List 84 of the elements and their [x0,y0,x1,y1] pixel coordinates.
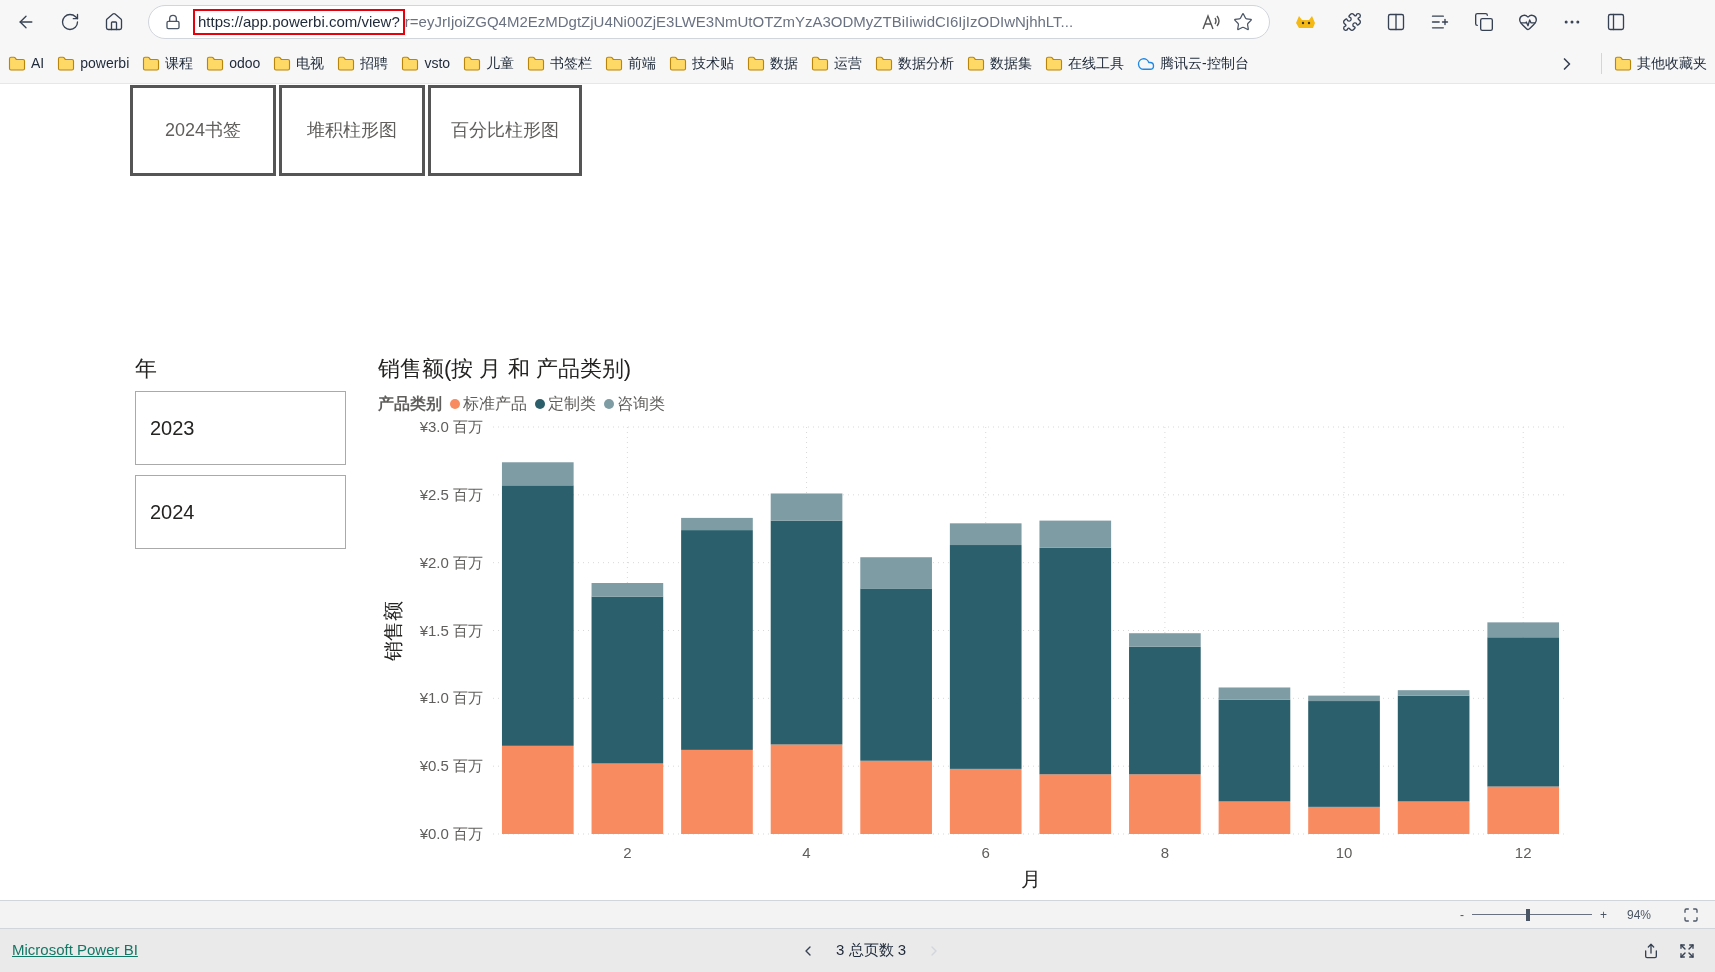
split-screen-icon[interactable] [1386,12,1406,32]
folder-icon [669,54,688,73]
bookmark-item[interactable]: 腾讯云-控制台 [1137,53,1249,74]
y-tick-label: ¥1.0 百万 [419,689,483,707]
legend-title: 产品类别 [378,394,442,414]
x-tick-label: 2 [623,844,632,861]
reload-icon[interactable] [60,12,80,32]
bookmark-button[interactable]: 百分比柱形图 [428,85,582,176]
slicer-title: 年 [135,358,158,380]
zoom-percent: 94% [1626,906,1651,924]
read-aloud-icon[interactable] [1201,13,1221,31]
power-bi-link[interactable]: Microsoft Power BI [12,939,138,962]
bookmark-item[interactable]: 数据 [747,53,799,74]
folder-icon [8,54,26,73]
x-tick-label: 10 [1335,844,1353,861]
x-axis-title: 月 [1020,868,1041,890]
bookmark-item[interactable]: 在线工具 [1045,53,1125,74]
bookmark-item[interactable]: 电视 [273,53,325,74]
folder-icon [206,54,225,73]
bookmark-item[interactable]: AI [8,53,45,74]
page-indicator: 3 总页数 3 [836,940,907,961]
bookmark-item[interactable]: odoo [206,53,261,74]
y-tick-label: ¥0.0 百万 [419,825,483,842]
slicer-tile[interactable]: 2023 [135,391,346,465]
folder-icon [967,54,986,73]
sidebar-icon[interactable] [1606,12,1626,32]
bookmark-item[interactable]: 技术贴 [669,53,735,74]
bookmark-item[interactable]: 招聘 [337,53,389,74]
zoom-slider-thumb[interactable] [1525,908,1530,921]
folder-icon [527,54,546,73]
y-tick-label: ¥2.5 百万 [419,485,483,503]
bookmark-item[interactable]: 书签栏 [527,53,593,74]
folder-icon [1614,54,1632,73]
folder-icon [463,54,482,73]
zoom-in[interactable]: + [1599,905,1607,924]
folder-icon [142,54,161,73]
x-tick-label: 8 [1160,844,1170,861]
bookmark-item[interactable]: 数据集 [967,53,1033,74]
bookmark-item[interactable]: 其他收藏夹 [1601,53,1707,74]
home-icon[interactable] [104,12,124,32]
share-icon[interactable] [1643,942,1659,959]
bookmark-item[interactable]: 前端 [605,53,657,74]
y-tick-label: ¥3.0 百万 [419,418,483,435]
bookmark-item[interactable]: 课程 [142,53,194,74]
bookmark-item[interactable]: vsto [401,53,451,74]
folder-icon [605,54,624,73]
folder-icon [811,54,830,73]
x-tick-label: 12 [1514,844,1532,861]
favorite-star-icon[interactable] [1233,12,1253,32]
zoom-slider[interactable] [1471,908,1592,921]
folder-icon [57,54,76,73]
y-tick-label: ¥2.0 百万 [419,553,483,571]
bookmark-item[interactable]: 数据分析 [875,53,955,74]
x-tick-label: 6 [981,844,990,861]
extensions-icon[interactable] [1342,12,1362,32]
fullscreen-icon[interactable] [1679,942,1695,959]
zoom-out[interactable]: - [1459,905,1464,924]
bookmark-item[interactable]: 儿童 [463,53,515,74]
legend-label: 定制类 [548,394,596,414]
y-tick-label: ¥1.5 百万 [419,621,483,639]
collections-icon[interactable] [1474,12,1494,32]
folder-icon [337,54,356,73]
fit-to-page-icon[interactable] [1683,906,1699,923]
folder-icon [747,54,766,73]
bookmark-button[interactable]: 堆积柱形图 [279,85,425,176]
legend-label: 咨询类 [617,394,665,414]
folder-icon [1045,54,1064,73]
x-tick-label: 4 [802,844,811,861]
chart-title: 销售额(按 月 和 产品类别) [378,358,632,380]
bookmark-item[interactable]: powerbi [57,53,130,74]
url-text: r=eyJrIjoiZGQ4M2EzMDgtZjU4Ni00ZjE3LWE3NmUtOTZmYzA3ODMyZTBiIiwidCI6IjIzODIwNjhhLT... [404,11,1074,32]
bookmark-item[interactable]: 运营 [811,53,863,74]
health-icon[interactable] [1518,12,1538,32]
lock-icon [165,14,181,30]
y-tick-label: ¥0.5 百万 [419,757,483,775]
bookmark-button[interactable]: 2024书签 [130,85,276,176]
folder-icon [875,54,894,73]
folder-icon [273,54,292,73]
legend-label: 标准产品 [463,394,527,414]
address-bar[interactable]: https://app.powerbi.com/view? r=eyJrIjoiZGQ4M2EzMDgtZjU4Ni00ZjE3LWE3NmUtOTZmYzA3ODMyZTBiIiwidCI6IjIzODIwNjhhLT... [148,5,1270,39]
slicer-tile[interactable]: 2024 [135,475,346,549]
url-text-highlighted: https://app.powerbi.com/view? [193,8,405,36]
y-axis-title: 销售额 [382,600,404,661]
folder-icon [401,54,420,73]
